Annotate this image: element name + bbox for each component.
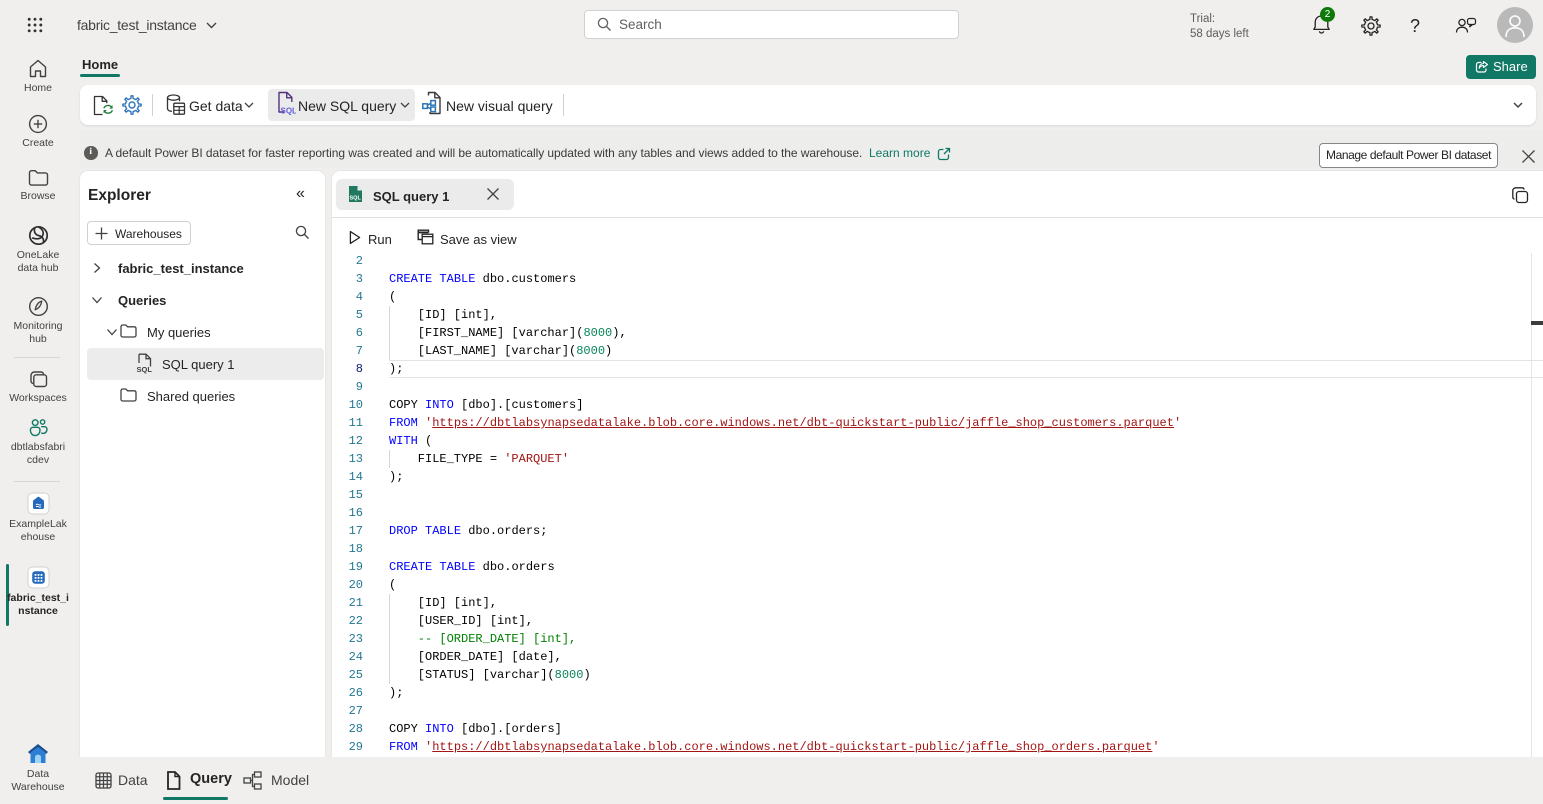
svg-text:SQL: SQL	[281, 107, 297, 116]
svg-text:SQL: SQL	[350, 196, 362, 202]
svg-text:SQL: SQL	[137, 365, 153, 374]
